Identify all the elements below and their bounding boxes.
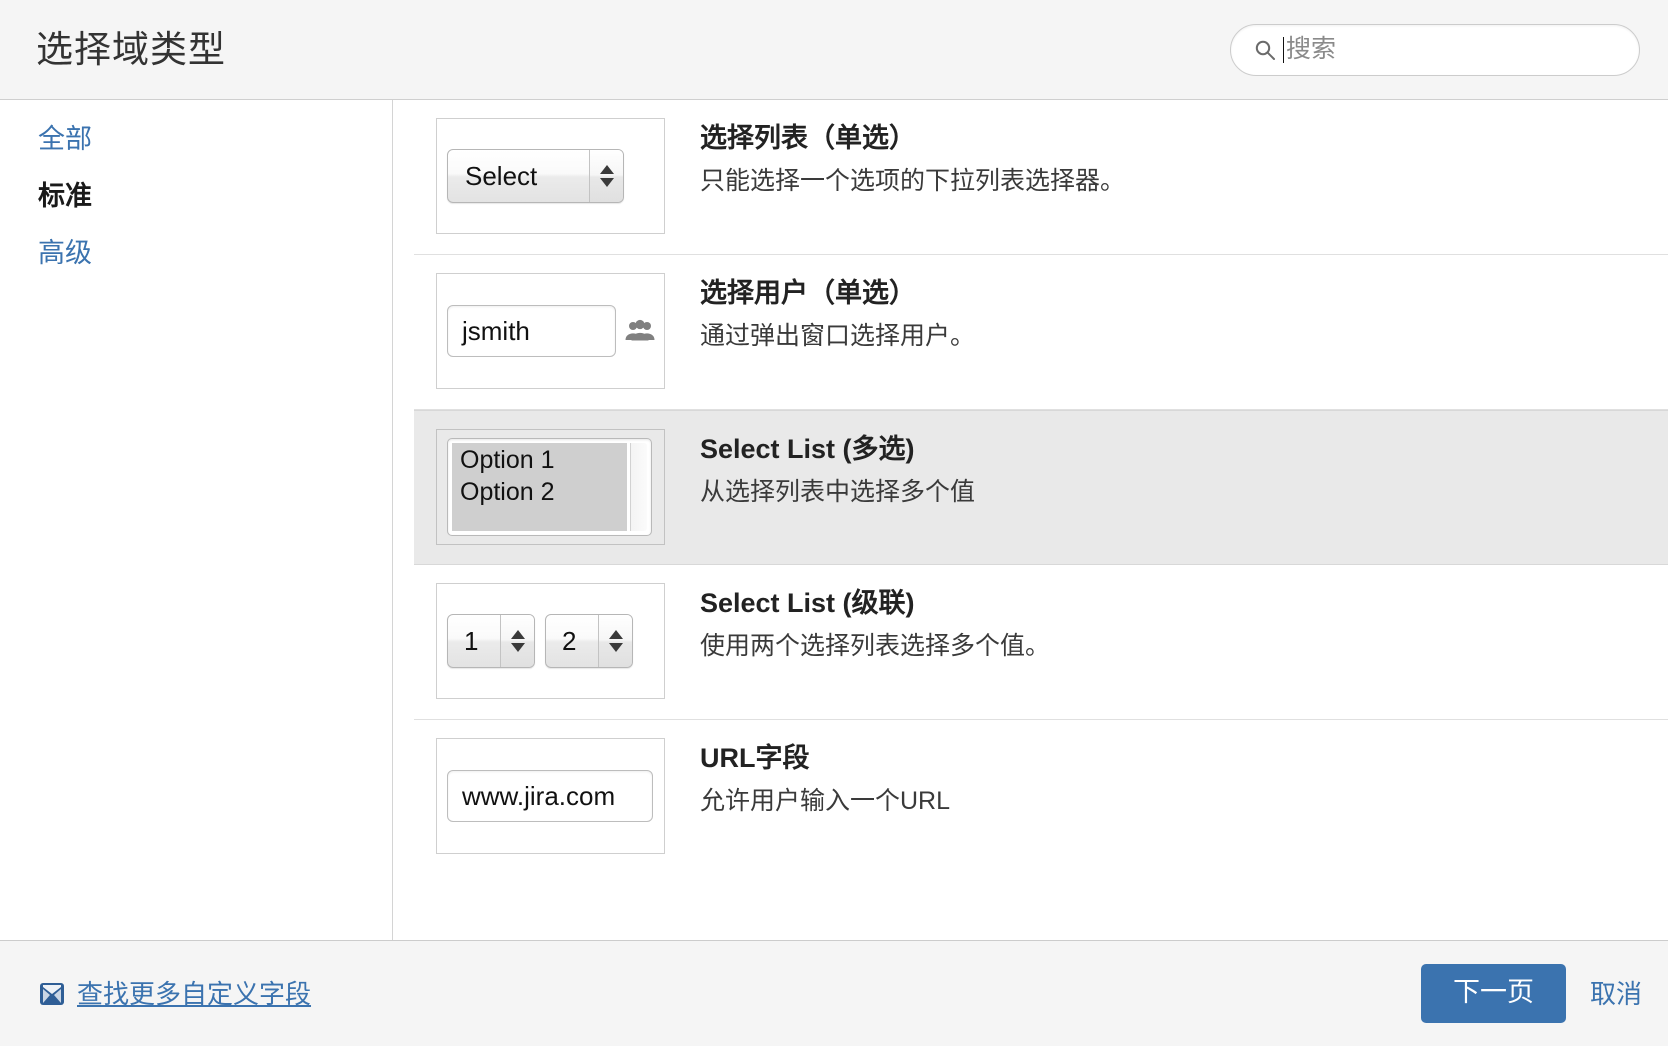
dialog-header: 选择域类型 搜索 (0, 0, 1668, 100)
preview-cascade-select-child[interactable]: 2 (545, 614, 633, 668)
text-cell: URL字段 允许用户输入一个URL (666, 720, 1668, 839)
multi-select-options[interactable]: Option 1 Option 2 (452, 443, 627, 531)
text-cell: Select List (级联) 使用两个选择列表选择多个值。 (666, 565, 1668, 684)
chevron-up-icon (599, 165, 614, 174)
preview-url-input[interactable]: www.jira.com (447, 770, 653, 822)
preview-cell: Select (414, 100, 666, 252)
preview-cell: Option 1 Option 2 (414, 411, 666, 563)
next-button[interactable]: 下一页 (1420, 964, 1566, 1023)
search-icon (1253, 38, 1277, 62)
select-stepper-arrows[interactable] (500, 615, 534, 667)
preview-box: Select (436, 118, 665, 234)
cascade-child-value: 2 (562, 625, 577, 656)
field-type-row-user-picker-single[interactable]: jsmith 选择用户（单选） 通过弹出窗口选择用户。 (414, 255, 1668, 410)
multi-select-scrollbar[interactable] (630, 443, 647, 531)
dialog-footer: 查找更多自定义字段 下一页 取消 (0, 940, 1668, 1046)
preview-cascade-select-parent[interactable]: 1 (447, 614, 535, 668)
multi-select-option[interactable]: Option 2 (460, 477, 623, 509)
field-type-description: 使用两个选择列表选择多个值。 (700, 631, 1051, 660)
field-type-title: URL字段 (700, 743, 810, 773)
sidebar-item-standard[interactable]: 标准 (38, 183, 92, 210)
preview-cell: www.jira.com (414, 720, 666, 872)
field-type-description: 允许用户输入一个URL (700, 786, 951, 815)
preview-cell: jsmith (414, 255, 666, 407)
search-text-cursor (1283, 36, 1284, 63)
users-icon[interactable] (624, 317, 656, 345)
field-type-description: 从选择列表中选择多个值 (700, 477, 976, 506)
preview-select-single[interactable]: Select (447, 149, 624, 203)
text-cell: 选择用户（单选） 通过弹出窗口选择用户。 (666, 255, 1668, 374)
preview-cell: 1 2 (414, 565, 666, 717)
field-type-title: 选择列表（单选） (700, 123, 916, 153)
text-cell: 选择列表（单选） 只能选择一个选项的下拉列表选择器。 (666, 100, 1668, 219)
chevron-up-icon (608, 630, 623, 639)
sidebar: 全部 标准 高级 (0, 100, 393, 940)
cancel-button[interactable]: 取消 (1590, 981, 1642, 1007)
chevron-down-icon (510, 643, 525, 652)
chevron-down-icon (608, 643, 623, 652)
field-type-title: Select List (级联) (700, 588, 915, 618)
field-type-description: 只能选择一个选项的下拉列表选择器。 (700, 166, 1126, 195)
field-type-title: Select List (多选) (700, 434, 915, 464)
field-type-description: 通过弹出窗口选择用户。 (700, 321, 976, 350)
preview-user-input[interactable]: jsmith (447, 305, 616, 357)
field-type-title: 选择用户（单选） (700, 278, 916, 308)
preview-cascading-select: 1 2 (447, 614, 633, 668)
preview-multi-select[interactable]: Option 1 Option 2 (447, 438, 652, 536)
page-title: 选择域类型 (36, 29, 226, 70)
preview-select-value: Select (465, 160, 538, 191)
sidebar-item-advanced[interactable]: 高级 (38, 240, 92, 267)
marketplace-plugin-icon (38, 980, 66, 1008)
chevron-up-icon (510, 630, 525, 639)
search-box[interactable]: 搜索 (1230, 23, 1640, 76)
field-type-row-select-list-multiple[interactable]: Option 1 Option 2 Select List (多选) 从选择列表… (414, 410, 1668, 565)
cascade-parent-value: 1 (464, 625, 479, 656)
chevron-down-icon (599, 178, 614, 187)
dialog-body: 全部 标准 高级 Select 选择列表（单选） 只能选择一个选项的下拉列表选择… (0, 100, 1668, 940)
field-type-list: Select 选择列表（单选） 只能选择一个选项的下拉列表选择器。 jsmith… (393, 100, 1668, 940)
field-type-row-url-field[interactable]: www.jira.com URL字段 允许用户输入一个URL (414, 720, 1668, 875)
preview-box: www.jira.com (436, 738, 665, 854)
select-stepper-arrows[interactable] (589, 150, 623, 202)
preview-box: jsmith (436, 273, 665, 389)
search-input[interactable]: 搜索 (1286, 37, 1336, 62)
preview-box: Option 1 Option 2 (436, 429, 665, 545)
preview-box: 1 2 (436, 583, 665, 699)
multi-select-option[interactable]: Option 1 (460, 445, 623, 477)
select-stepper-arrows[interactable] (598, 615, 632, 667)
sidebar-item-all[interactable]: 全部 (38, 126, 92, 153)
preview-user-picker[interactable]: jsmith (447, 305, 656, 357)
find-more-custom-fields-label[interactable]: 查找更多自定义字段 (77, 981, 311, 1007)
text-cell: Select List (多选) 从选择列表中选择多个值 (666, 411, 1668, 530)
find-more-custom-fields-link[interactable]: 查找更多自定义字段 (38, 980, 311, 1008)
select-field-type-dialog: 选择域类型 搜索 全部 标准 高级 Select 选择列表（单选） 只能选择一个… (0, 0, 1668, 1046)
field-type-row-select-list-single[interactable]: Select 选择列表（单选） 只能选择一个选项的下拉列表选择器。 (414, 100, 1668, 255)
field-type-row-select-list-cascading[interactable]: 1 2 Select List (级联) 使用两个选择列表选择多个值。 (414, 565, 1668, 720)
